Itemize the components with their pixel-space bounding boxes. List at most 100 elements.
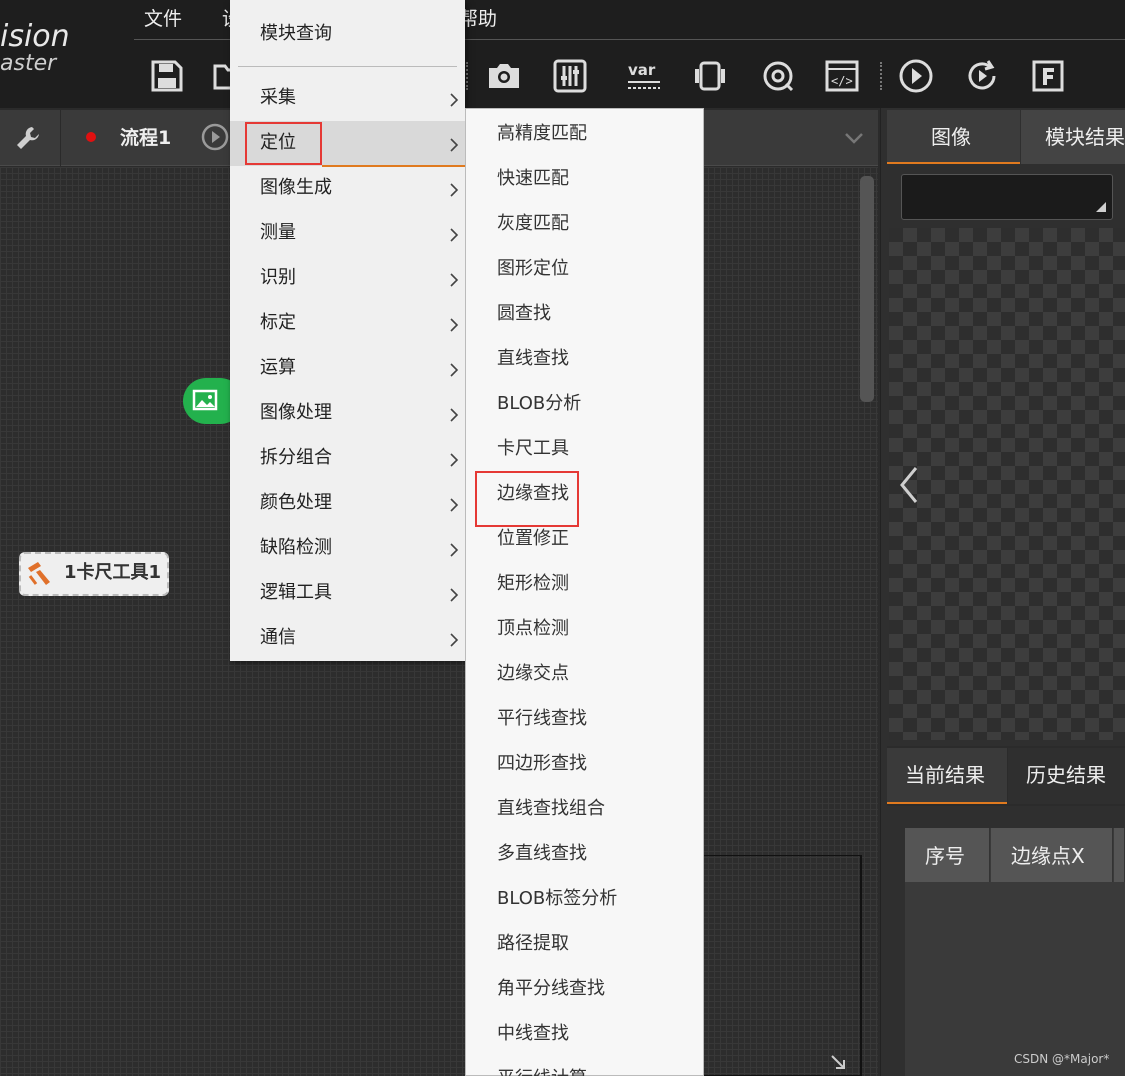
tab-history-result[interactable]: 历史结果 <box>1008 748 1125 804</box>
play-icon[interactable] <box>898 58 934 94</box>
menu-item-label: 拆分组合 <box>260 447 332 468</box>
canvas-overview-panel <box>702 855 862 1076</box>
chevron-down-icon[interactable] <box>842 126 866 150</box>
table-header-index-label: 序号 <box>925 844 965 868</box>
menu-item-module-query[interactable]: 模块查询 <box>260 22 332 46</box>
sliders-icon[interactable] <box>552 58 588 94</box>
resize-arrow-icon[interactable] <box>828 1052 848 1072</box>
submenu-item[interactable]: 矩形检测 <box>497 572 569 596</box>
tab-module-result-label: 模块结果 <box>1045 125 1125 149</box>
toolbar-separator <box>466 62 468 90</box>
submenu-item[interactable]: 边缘交点 <box>497 662 569 686</box>
svg-text:</>: </> <box>831 74 853 88</box>
image-viewer[interactable] <box>889 228 1125 740</box>
image-source-select[interactable] <box>901 174 1113 220</box>
menu-item-category[interactable]: 逻辑工具 <box>230 571 465 616</box>
menu-item-label: 图像处理 <box>260 402 332 423</box>
menu-item-category[interactable]: 通信 <box>230 616 465 661</box>
chevron-right-icon <box>450 587 459 602</box>
table-header-edge-x[interactable]: 边缘点X <box>991 828 1113 882</box>
submenu-item[interactable]: 高精度匹配 <box>497 122 587 146</box>
submenu-item[interactable]: BLOB标签分析 <box>497 887 617 911</box>
save-icon[interactable] <box>149 58 185 94</box>
chevron-right-icon <box>450 542 459 557</box>
submenu-item[interactable]: 中线查找 <box>497 1022 569 1046</box>
highlight-box-locate <box>245 122 322 165</box>
table-header-more[interactable] <box>1114 828 1125 882</box>
tab-current-result[interactable]: 当前结果 <box>887 748 1007 804</box>
chevron-left-icon[interactable] <box>894 462 924 508</box>
highlight-box-edge-find <box>475 471 579 527</box>
tab-image-label: 图像 <box>931 125 971 149</box>
submenu-item[interactable]: 平行线查找 <box>497 707 587 731</box>
submenu-item[interactable]: 图形定位 <box>497 257 569 281</box>
logo-text-vision: ision <box>0 19 70 54</box>
menu-item-label: 逻辑工具 <box>260 582 332 603</box>
menu-item-category[interactable]: 缺陷检测 <box>230 526 465 571</box>
menu-item-category[interactable]: 拆分组合 <box>230 436 465 481</box>
menu-item-category[interactable]: 测量 <box>230 211 465 256</box>
variable-icon[interactable]: var <box>626 58 662 94</box>
f-icon[interactable] <box>1030 58 1066 94</box>
menu-divider <box>238 66 457 67</box>
logo-text-master: aster <box>0 51 57 76</box>
menu-item-category[interactable]: 标定 <box>230 301 465 346</box>
chevron-right-icon <box>450 407 459 422</box>
device-icon[interactable] <box>692 58 728 94</box>
menu-item-category[interactable]: 颜色处理 <box>230 481 465 526</box>
submenu-item[interactable]: 快速匹配 <box>497 167 569 191</box>
submenu-item[interactable]: 角平分线查找 <box>497 977 605 1001</box>
submenu-item[interactable]: 顶点检测 <box>497 617 569 641</box>
caliper-node-label: 1卡尺工具1 <box>64 562 162 583</box>
loop-play-icon[interactable] <box>964 58 1000 94</box>
tab-image[interactable]: 图像 <box>887 110 1020 164</box>
wrench-icon[interactable] <box>14 124 42 152</box>
submenu-item[interactable]: 四边形查找 <box>497 752 587 776</box>
menu-item-label: 缺陷检测 <box>260 537 332 558</box>
tab-history-result-label: 历史结果 <box>1026 763 1106 787</box>
menu-item-category[interactable]: 图像处理 <box>230 391 465 436</box>
header-divider <box>60 110 61 166</box>
submenu-item[interactable]: 路径提取 <box>497 932 569 956</box>
menu-file[interactable]: 文件 <box>144 8 182 30</box>
chevron-right-icon <box>450 452 459 467</box>
menu-item-label: 图像生成 <box>260 177 332 198</box>
menu-item-label: 通信 <box>260 627 296 648</box>
submenu-item[interactable]: 多直线查找 <box>497 842 587 866</box>
menu-item-category[interactable]: 采集 <box>230 76 465 121</box>
submenu-item[interactable]: 平行线计算 <box>497 1067 587 1076</box>
submenu-item[interactable]: 直线查找组合 <box>497 797 605 821</box>
submenu-item[interactable]: 灰度匹配 <box>497 212 569 236</box>
submenu-item[interactable]: 直线查找 <box>497 347 569 371</box>
submenu-item[interactable]: BLOB分析 <box>497 392 581 416</box>
canvas-scrollbar[interactable] <box>860 176 874 402</box>
top-bar: ision aster 文件 设 帮助 var </> <box>0 0 1125 108</box>
chevron-right-icon <box>450 137 459 152</box>
menu-item-category[interactable]: 识别 <box>230 256 465 301</box>
process-tab-title[interactable]: 流程1 <box>120 126 171 150</box>
menu-item-label: 颜色处理 <box>260 492 332 513</box>
table-header-edge-x-label: 边缘点X <box>1011 844 1085 868</box>
menu-item-label: 采集 <box>260 87 296 108</box>
chevron-right-icon <box>450 497 459 512</box>
table-header-index[interactable]: 序号 <box>905 828 990 882</box>
camera-icon[interactable] <box>486 58 522 94</box>
active-item-underline <box>322 165 465 167</box>
target-refresh-icon[interactable] <box>760 58 796 94</box>
select-corner-icon <box>1096 202 1106 212</box>
submenu-item[interactable]: 位置修正 <box>497 527 569 551</box>
tab-module-result[interactable]: 模块结果 <box>1021 110 1125 164</box>
submenu-item[interactable]: 卡尺工具 <box>497 437 569 461</box>
menu-item-label: 测量 <box>260 222 296 243</box>
run-process-icon[interactable] <box>200 122 230 152</box>
menu-item-category[interactable]: 图像生成 <box>230 166 465 211</box>
chevron-right-icon <box>450 227 459 242</box>
menu-item-category[interactable]: 运算 <box>230 346 465 391</box>
chevron-right-icon <box>450 272 459 287</box>
menu-item-label: 运算 <box>260 357 296 378</box>
image-icon <box>192 388 218 412</box>
submenu-item[interactable]: 圆查找 <box>497 302 551 326</box>
code-icon[interactable]: </> <box>824 58 860 94</box>
chevron-right-icon <box>450 317 459 332</box>
caliper-icon <box>24 558 54 588</box>
